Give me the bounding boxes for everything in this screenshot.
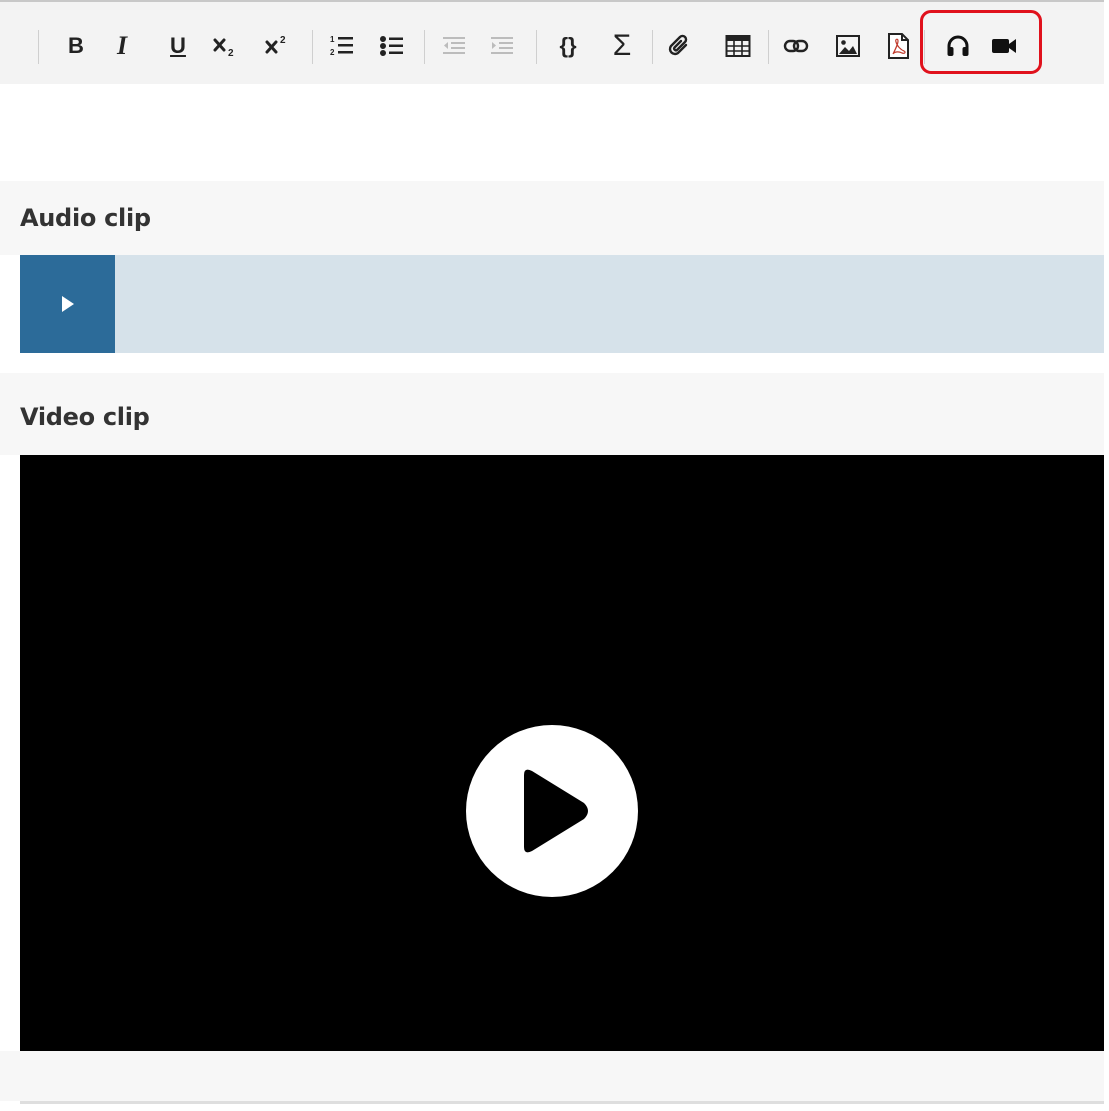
play-icon	[61, 296, 74, 312]
audio-player[interactable]	[20, 255, 1104, 353]
bold-icon: B	[68, 33, 84, 58]
italic-button[interactable]: I	[106, 28, 138, 64]
bold-button[interactable]: B	[60, 28, 92, 64]
video-section-header	[0, 373, 1104, 455]
math-button[interactable]: Σ	[606, 28, 638, 64]
svg-text:2: 2	[330, 48, 335, 57]
toolbar-separator	[312, 30, 313, 64]
superscript-button[interactable]: 2	[262, 28, 294, 64]
video-player[interactable]	[20, 455, 1104, 1051]
pdf-icon	[888, 33, 909, 59]
pdf-button[interactable]	[882, 28, 914, 64]
svg-text:2: 2	[280, 35, 286, 46]
subscript-icon: 2	[213, 38, 234, 59]
audio-clip-label: Audio clip	[20, 204, 151, 232]
link-icon	[783, 39, 809, 53]
subscript-button[interactable]: 2	[210, 28, 242, 64]
table-button[interactable]	[722, 28, 754, 64]
headphones-icon	[947, 35, 969, 56]
bulleted-list-button[interactable]	[376, 28, 408, 64]
code-braces-icon: {}	[559, 33, 577, 58]
table-icon	[725, 35, 751, 57]
video-play-button[interactable]	[466, 725, 638, 897]
svg-text:1: 1	[330, 35, 335, 44]
paperclip-icon	[668, 34, 688, 56]
toolbar-separator	[652, 30, 653, 64]
italic-icon: I	[116, 31, 128, 60]
audio-play-button[interactable]	[20, 255, 115, 353]
audio-section-header	[0, 181, 1104, 255]
sigma-icon: Σ	[612, 29, 632, 62]
content-footer-area	[0, 1051, 1104, 1101]
svg-text:2: 2	[228, 48, 234, 59]
editor-toolbar: B I U 2 2 1 2 {} Σ	[0, 0, 1104, 84]
attach-button[interactable]	[664, 28, 696, 64]
link-button[interactable]	[780, 28, 812, 64]
bottom-divider	[20, 1101, 1104, 1104]
bulleted-list-icon	[380, 36, 403, 56]
image-button[interactable]	[832, 28, 864, 64]
image-icon	[836, 35, 860, 57]
decrease-indent-button[interactable]	[438, 28, 470, 64]
toolbar-separator	[768, 30, 769, 64]
underline-button[interactable]: U	[162, 28, 194, 64]
media-buttons-highlight	[920, 10, 1042, 74]
toolbar-separator	[924, 30, 925, 64]
indent-icon	[491, 37, 513, 54]
code-button[interactable]: {}	[552, 28, 584, 64]
video-camera-icon	[992, 39, 1016, 53]
increase-indent-button[interactable]	[486, 28, 518, 64]
numbered-list-button[interactable]: 1 2	[326, 28, 358, 64]
superscript-icon: 2	[265, 35, 286, 54]
toolbar-separator	[38, 30, 39, 64]
audio-button[interactable]	[942, 28, 974, 64]
numbered-list-icon: 1 2	[330, 35, 353, 57]
underline-icon: U	[170, 33, 186, 58]
video-button[interactable]	[988, 28, 1020, 64]
play-icon	[524, 769, 588, 853]
toolbar-separator	[536, 30, 537, 64]
outdent-icon	[443, 37, 465, 54]
toolbar-separator	[424, 30, 425, 64]
video-clip-label: Video clip	[20, 403, 150, 431]
